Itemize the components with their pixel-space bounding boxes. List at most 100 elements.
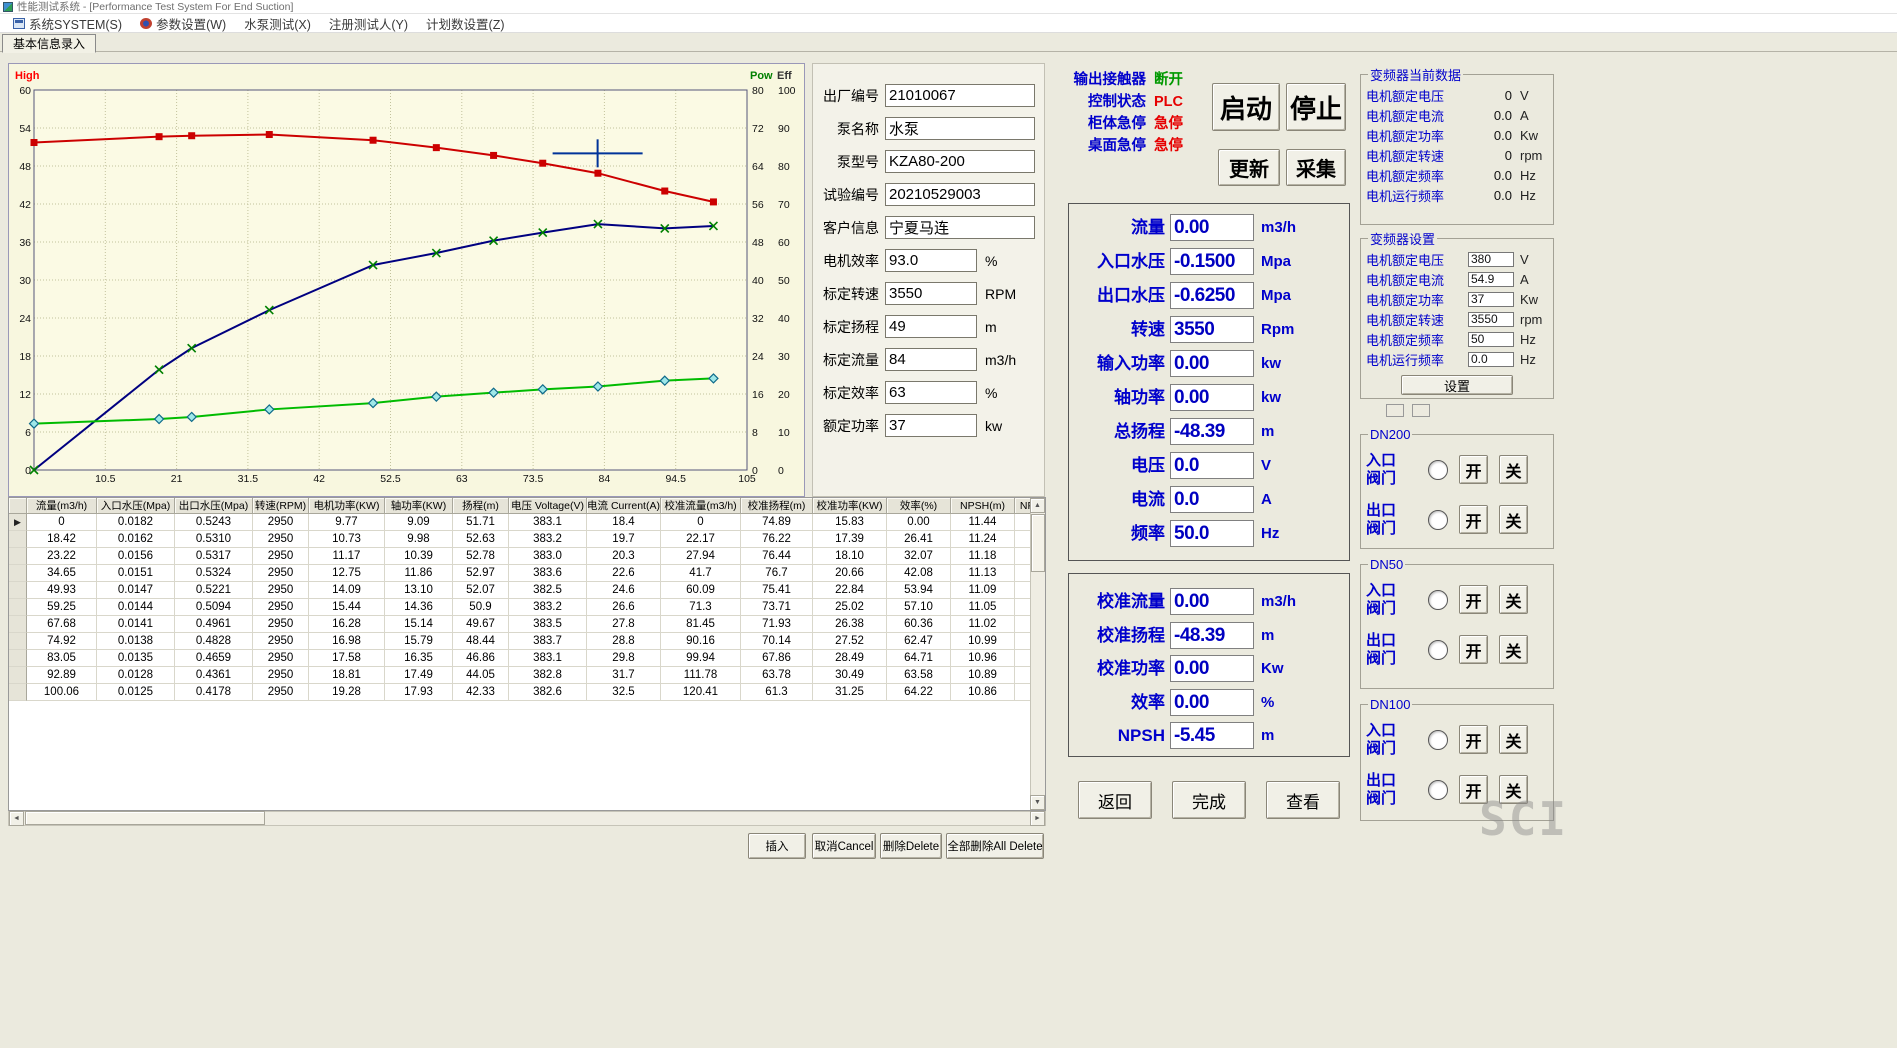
measure-value-box[interactable]: -5.45 <box>1170 722 1254 749</box>
menu-item-2[interactable]: 参数设置(W) <box>131 14 235 32</box>
insert-button[interactable]: 插入 <box>748 833 806 859</box>
measure-value-box[interactable]: 0.00 <box>1170 655 1254 682</box>
info-field-input[interactable] <box>885 315 977 338</box>
valve-status-radio[interactable] <box>1428 780 1448 800</box>
measure-value-box[interactable]: -0.1500 <box>1170 248 1254 275</box>
measure-value-box[interactable]: 50.0 <box>1170 520 1254 547</box>
scroll-up-icon[interactable]: ▲ <box>1030 498 1045 513</box>
start-button[interactable]: 启动 <box>1212 83 1280 131</box>
stop-button[interactable]: 停止 <box>1286 83 1346 131</box>
column-header[interactable]: 流量(m3/h) <box>27 498 97 514</box>
table-row[interactable]: 18.420.01620.5310295010.739.9852.63383.2… <box>9 531 1030 548</box>
inverter-setting-input[interactable] <box>1468 312 1514 327</box>
column-header[interactable]: 校准功率(KW) <box>813 498 887 514</box>
valve-status-radio[interactable] <box>1428 640 1448 660</box>
scroll-down-icon[interactable]: ▼ <box>1030 795 1045 810</box>
table-row[interactable]: 92.890.01280.4361295018.8117.4944.05382.… <box>9 667 1030 684</box>
measure-value-box[interactable]: 0.00 <box>1170 588 1254 615</box>
column-header[interactable]: 电压 Voltage(V) <box>509 498 587 514</box>
info-field-input[interactable] <box>885 282 977 305</box>
measure-value-box[interactable]: 0.00 <box>1170 350 1254 377</box>
info-field-input[interactable] <box>885 117 1035 140</box>
column-header[interactable]: 电流 Current(A) <box>587 498 661 514</box>
tab-basic-info[interactable]: 基本信息录入 <box>2 34 96 53</box>
vertical-scrollbar[interactable]: ▲ ▼ <box>1030 498 1045 810</box>
measure-value-box[interactable]: -0.6250 <box>1170 282 1254 309</box>
measure-value-box[interactable]: 0.00 <box>1170 689 1254 716</box>
menu-item-4[interactable]: 注册测试人(Y) <box>320 14 417 32</box>
measure-value-box[interactable]: -48.39 <box>1170 622 1254 649</box>
column-header[interactable]: 入口水压(Mpa) <box>97 498 175 514</box>
info-field-input[interactable] <box>885 183 1035 206</box>
column-header[interactable]: 校准流量(m3/h) <box>661 498 741 514</box>
valve-close-button[interactable]: 关 <box>1499 505 1528 534</box>
valve-close-button[interactable]: 关 <box>1499 635 1528 664</box>
column-header[interactable]: 扬程(m) <box>453 498 509 514</box>
table-row[interactable]: 23.220.01560.5317295011.1710.3952.78383.… <box>9 548 1030 565</box>
table-row[interactable]: 100.060.01250.4178295019.2817.9342.33382… <box>9 684 1030 701</box>
table-row[interactable]: 83.050.01350.4659295017.5816.3546.86383.… <box>9 650 1030 667</box>
measure-value-box[interactable]: 0.0 <box>1170 486 1254 513</box>
scroll-left-icon[interactable]: ◄ <box>9 811 24 826</box>
valve-open-button[interactable]: 开 <box>1459 725 1488 754</box>
measure-value-box[interactable]: 3550 <box>1170 316 1254 343</box>
inverter-setting-input[interactable] <box>1468 292 1514 307</box>
measure-value-box[interactable]: 0.00 <box>1170 384 1254 411</box>
pump-curve-chart[interactable]: 6054484236302418126010.52131.54252.56373… <box>8 63 805 497</box>
valve-status-radio[interactable] <box>1428 460 1448 480</box>
valve-status-radio[interactable] <box>1428 510 1448 530</box>
delete-all-button[interactable]: 全部删除All Delete <box>946 833 1044 859</box>
finish-button[interactable]: 完成 <box>1172 781 1246 819</box>
column-header[interactable]: 轴功率(KW) <box>385 498 453 514</box>
view-button[interactable]: 查看 <box>1266 781 1340 819</box>
measure-value-box[interactable]: 0.0 <box>1170 452 1254 479</box>
collect-button[interactable]: 采集 <box>1286 149 1346 186</box>
inverter-setting-input[interactable] <box>1468 332 1514 347</box>
valve-open-button[interactable]: 开 <box>1459 585 1488 614</box>
valve-open-button[interactable]: 开 <box>1459 455 1488 484</box>
valve-status-radio[interactable] <box>1428 730 1448 750</box>
info-field-input[interactable] <box>885 216 1035 239</box>
info-field-input[interactable] <box>885 84 1035 107</box>
menu-item-5[interactable]: 计划数设置(Z) <box>417 14 513 32</box>
horizontal-scrollbar[interactable]: ◄ ► <box>8 811 1046 826</box>
column-header[interactable]: 校准扬程(m) <box>741 498 813 514</box>
menu-item-3[interactable]: 水泵测试(X) <box>235 14 320 32</box>
menu-item-1[interactable]: 系统SYSTEM(S) <box>4 14 131 32</box>
cancel-button[interactable]: 取消Cancel <box>812 833 876 859</box>
table-row[interactable]: 59.250.01440.5094295015.4414.3650.9383.2… <box>9 599 1030 616</box>
inverter-setting-input[interactable] <box>1468 352 1514 367</box>
column-header[interactable]: 电机功率(KW) <box>309 498 385 514</box>
vertical-scroll-thumb[interactable] <box>1031 514 1045 572</box>
inverter-setting-input[interactable] <box>1468 252 1514 267</box>
update-button[interactable]: 更新 <box>1218 149 1280 186</box>
table-row[interactable]: 74.920.01380.4828295016.9815.7948.44383.… <box>9 633 1030 650</box>
column-header[interactable]: 转速(RPM) <box>253 498 309 514</box>
valve-close-button[interactable]: 关 <box>1499 585 1528 614</box>
measure-value-box[interactable]: 0.00 <box>1170 214 1254 241</box>
apply-settings-button[interactable]: 设置 <box>1401 375 1513 395</box>
valve-open-button[interactable]: 开 <box>1459 635 1488 664</box>
horizontal-scroll-thumb[interactable] <box>25 811 265 825</box>
valve-close-button[interactable]: 关 <box>1499 455 1528 484</box>
column-header[interactable]: NPSH(m) <box>951 498 1015 514</box>
valve-close-button[interactable]: 关 <box>1499 725 1528 754</box>
info-field-input[interactable] <box>885 150 1035 173</box>
back-button[interactable]: 返回 <box>1078 781 1152 819</box>
info-field-input[interactable] <box>885 249 977 272</box>
delete-button[interactable]: 删除Delete <box>880 833 942 859</box>
table-row[interactable]: 34.650.01510.5324295012.7511.8652.97383.… <box>9 565 1030 582</box>
column-header[interactable]: 效率(%) <box>887 498 951 514</box>
info-field-input[interactable] <box>885 414 977 437</box>
scroll-right-icon[interactable]: ► <box>1030 811 1045 826</box>
valve-open-button[interactable]: 开 <box>1459 505 1488 534</box>
valve-status-radio[interactable] <box>1428 590 1448 610</box>
column-header[interactable]: 出口水压(Mpa) <box>175 498 253 514</box>
inverter-setting-input[interactable] <box>1468 272 1514 287</box>
column-header[interactable]: NPSH <box>1015 498 1030 514</box>
info-field-input[interactable] <box>885 348 977 371</box>
table-row[interactable]: 67.680.01410.4961295016.2815.1449.67383.… <box>9 616 1030 633</box>
measure-value-box[interactable]: -48.39 <box>1170 418 1254 445</box>
table-row[interactable]: 49.930.01470.5221295014.0913.1052.07382.… <box>9 582 1030 599</box>
table-row[interactable]: ▶00.01820.524329509.779.0951.71383.118.4… <box>9 514 1030 531</box>
